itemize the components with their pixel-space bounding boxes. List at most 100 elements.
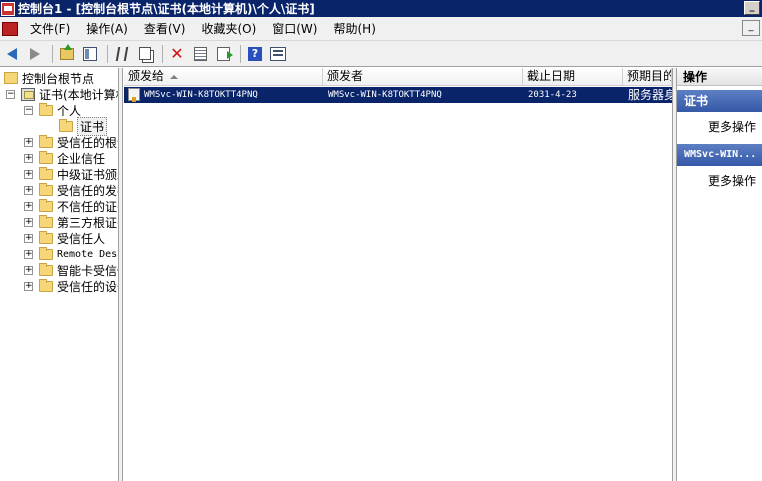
forward-icon [30, 47, 40, 60]
toolbar-separator [107, 44, 108, 63]
tree-item-label: 中级证书颁发机构 [57, 167, 118, 182]
tree-item-certificates[interactable]: 证书 [59, 116, 108, 136]
column-header-issued-by[interactable]: 颁发者 [323, 68, 523, 86]
folder-icon [39, 182, 53, 196]
table-row[interactable]: WMSvc-WIN-K8TOKTT4PNQ WMSvc-WIN-K8TOKTT4… [124, 87, 672, 103]
tree-item-label: 受信任的发布者 [57, 183, 118, 198]
folder-icon [39, 134, 53, 148]
tree-item-label: 证书(本地计算机) [39, 87, 118, 102]
help-icon: ? [248, 46, 262, 61]
properties-button[interactable] [190, 44, 210, 64]
tree-splitter[interactable] [119, 68, 123, 481]
show-tree-button[interactable] [80, 44, 100, 64]
export-button[interactable] [213, 44, 233, 64]
tree-item-store[interactable]: + Remote Desktop [24, 246, 118, 262]
menu-view[interactable]: 查看(V) [136, 19, 194, 39]
cell-issued-to: WMSvc-WIN-K8TOKTT4PNQ [144, 90, 258, 100]
folder-icon [39, 214, 53, 228]
up-level-button[interactable] [57, 43, 77, 64]
folder-icon [39, 102, 53, 116]
tree-item-store[interactable]: + 不信任的证书 [24, 198, 118, 214]
actions-title: 操作 [677, 68, 762, 86]
console-root-icon [4, 72, 18, 84]
expand-toggle[interactable]: + [24, 185, 33, 195]
actions-pane: 操作 证书 更多操作 WMSvc-WIN... 更多操作 [677, 68, 762, 481]
more-actions-link[interactable]: 更多操作 [708, 118, 756, 135]
tree-item-store[interactable]: + 中级证书颁发机构 [24, 166, 118, 182]
toolbar-separator [162, 44, 163, 63]
expand-toggle[interactable]: + [24, 233, 33, 243]
expand-toggle[interactable]: + [24, 137, 33, 147]
tree-item-label: 不信任的证书 [57, 199, 118, 214]
folder-icon [39, 262, 53, 276]
minimize-button[interactable]: _ [744, 1, 760, 15]
tree-item-root[interactable]: 控制台根节点 [4, 70, 94, 86]
tree-item-store[interactable]: + 受信任的根证书颁发机构 [24, 134, 118, 150]
menu-window[interactable]: 窗口(W) [264, 19, 325, 39]
tree-item-store[interactable]: + 企业信任 [24, 150, 105, 166]
tree-item-personal[interactable]: − 个人 [24, 102, 81, 118]
mmc-view-icon [270, 46, 286, 61]
expand-toggle[interactable]: + [24, 153, 33, 163]
tree-item-store[interactable]: + 第三方根证书颁发机构 [24, 214, 118, 230]
more-actions-link[interactable]: 更多操作 [708, 172, 756, 189]
mdi-minimize-button[interactable]: _ [742, 20, 760, 36]
certificate-list[interactable]: 颁发给 颁发者 截止日期 预期目的 WMSvc-WIN-K8TOKTT4PNQ … [124, 68, 672, 481]
tree-item-cert-store[interactable]: − 证书(本地计算机) [6, 86, 118, 102]
column-header-label: 截止日期 [527, 69, 576, 83]
delete-button[interactable]: ✕ [167, 44, 187, 64]
properties-icon [193, 46, 207, 61]
tree-item-store[interactable]: + 受信任的发布者 [24, 182, 118, 198]
column-header-purpose[interactable]: 预期目的 [623, 68, 672, 86]
help-button[interactable]: ? [245, 44, 265, 64]
back-button[interactable] [2, 44, 22, 64]
column-header-label: 颁发者 [327, 69, 364, 83]
column-header-label: 预期目的 [627, 69, 672, 83]
folder-icon [39, 246, 53, 260]
expand-toggle[interactable]: + [24, 265, 33, 275]
column-header-expiry[interactable]: 截止日期 [523, 68, 623, 86]
mmc-app-icon[interactable] [1, 1, 15, 16]
tree-item-label: 企业信任 [57, 151, 106, 166]
tree-item-store[interactable]: + 智能卡受信任的根 [24, 262, 118, 278]
collapse-toggle[interactable]: − [6, 89, 15, 99]
column-header-label: 颁发给 [128, 69, 165, 83]
tree-item-label: 控制台根节点 [22, 71, 95, 86]
tree-item-label: 受信任的设备 [57, 279, 118, 294]
expand-toggle[interactable]: + [24, 249, 33, 259]
folder-icon [39, 230, 53, 244]
toolbar-separator [52, 44, 53, 63]
menu-help[interactable]: 帮助(H) [325, 19, 383, 39]
cut-button[interactable] [112, 44, 132, 64]
up-folder-icon [60, 43, 74, 60]
column-header-issued-to[interactable]: 颁发给 [124, 68, 323, 86]
copy-button[interactable] [135, 44, 155, 64]
mmc-view-button[interactable] [268, 44, 288, 64]
document-menu-icon[interactable] [2, 21, 18, 36]
actions-section-certificates[interactable]: 证书 [677, 90, 762, 112]
cell-expiry: 2031-4-23 [528, 90, 577, 100]
folder-icon [39, 166, 53, 180]
menu-bar: 文件(F) 操作(A) 查看(V) 收藏夹(O) 窗口(W) 帮助(H) _ [0, 17, 762, 41]
cell-purpose: 服务器身份验证 [628, 88, 672, 102]
tree-item-store[interactable]: + 受信任人 [24, 230, 105, 246]
tree-item-store[interactable]: + 受信任的设备 [24, 278, 118, 294]
title-bar: 控制台1 - [控制台根节点\证书(本地计算机)\个人\证书] _ [0, 0, 762, 17]
collapse-toggle[interactable]: − [24, 105, 33, 115]
actions-section-selected-cert[interactable]: WMSvc-WIN... [677, 144, 762, 166]
menu-action[interactable]: 操作(A) [78, 19, 136, 39]
forward-button[interactable] [25, 44, 45, 64]
certificate-icon [128, 88, 140, 102]
expand-toggle[interactable]: + [24, 201, 33, 211]
menu-favorites[interactable]: 收藏夹(O) [193, 19, 264, 39]
folder-icon [59, 118, 73, 132]
show-tree-icon [83, 46, 97, 61]
expand-toggle[interactable]: + [24, 281, 33, 291]
cut-icon [115, 46, 129, 61]
menu-file[interactable]: 文件(F) [22, 19, 78, 39]
expand-toggle[interactable]: + [24, 169, 33, 179]
toolbar-separator [240, 44, 241, 63]
delete-icon: ✕ [170, 43, 184, 63]
console-tree[interactable]: 控制台根节点 − 证书(本地计算机) − 个人 证书 + 受信任的根证书颁发机构… [0, 68, 119, 481]
expand-toggle[interactable]: + [24, 217, 33, 227]
